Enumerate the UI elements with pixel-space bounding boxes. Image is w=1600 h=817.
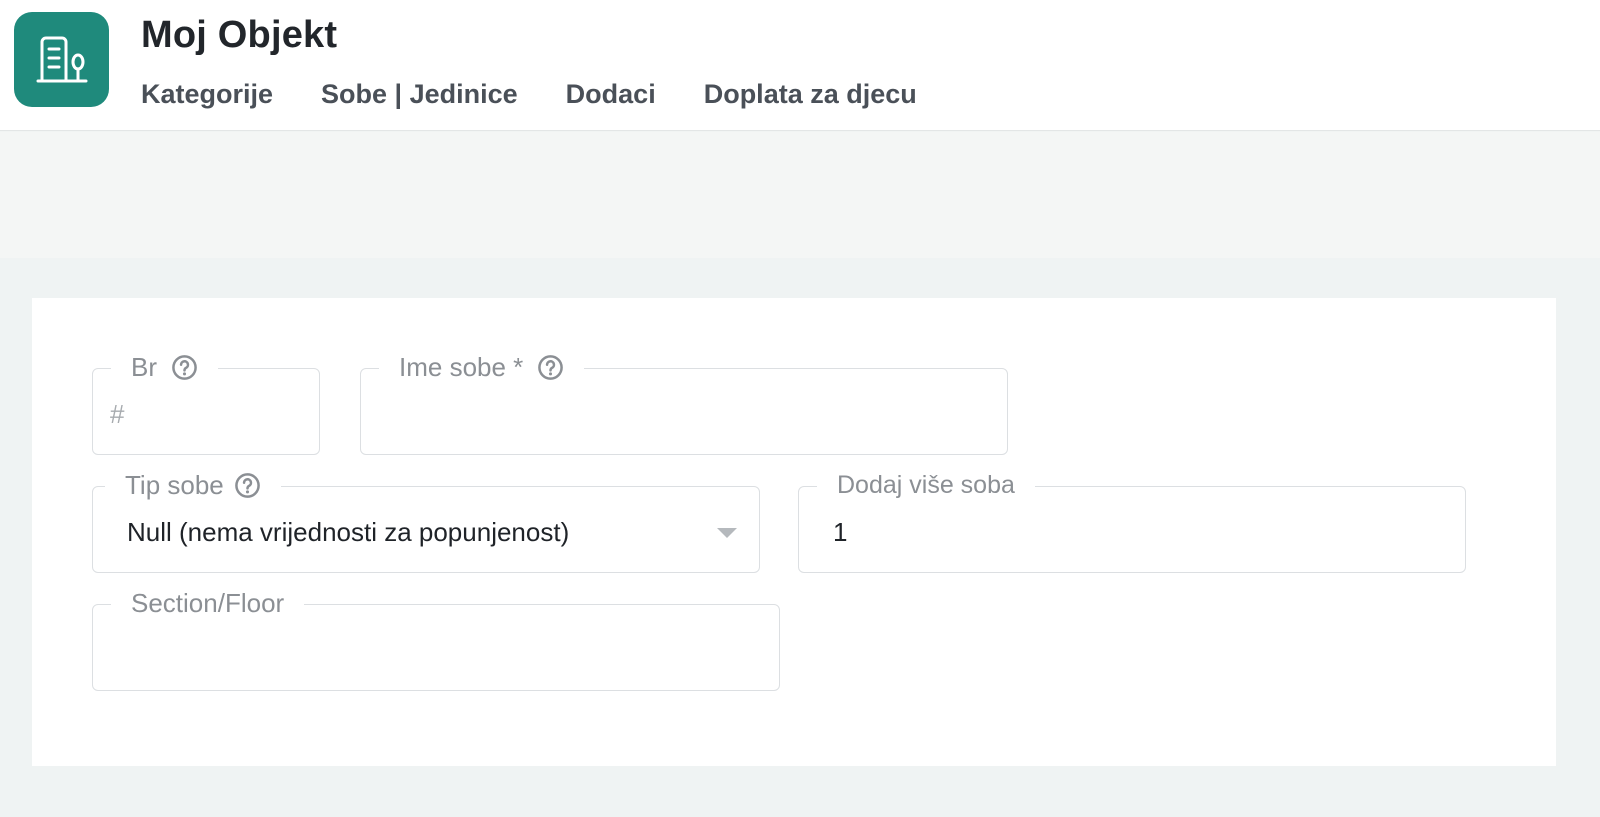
dodaj-vise-soba-label: Dodaj više soba [837,470,1015,499]
br-placeholder: # [110,399,125,429]
tip-sobe-select[interactable]: Tip sobe Null (nema vrijednosti za popun… [92,467,760,573]
section-floor-field[interactable]: Section/Floor [92,585,780,691]
help-circle-icon[interactable] [234,472,261,499]
dodaj-vise-soba-field[interactable]: Dodaj više soba 1 [798,467,1466,573]
tip-sobe-value: Null (nema vrijednosti za popunjenost) [127,517,570,547]
app-header: Moj Objekt Kategorije Sobe | Jedinice Do… [0,0,1600,131]
tip-sobe-label: Tip sobe [125,469,224,500]
br-label: Br [131,351,157,382]
main-nav: Kategorije Sobe | Jedinice Dodaci Doplat… [141,79,965,110]
ime-sobe-field[interactable]: Ime sobe * [360,349,1008,455]
building-icon [36,36,87,82]
nav-item-doplata-za-djecu[interactable]: Doplata za djecu [704,79,917,110]
nav-item-sobe-jedinice[interactable]: Sobe | Jedinice [321,79,518,110]
nav-item-dodaci[interactable]: Dodaci [566,79,656,110]
nav-item-kategorije[interactable]: Kategorije [141,79,273,110]
ime-sobe-label: Ime sobe * [399,351,524,382]
content-top-band [0,132,1600,258]
help-circle-icon[interactable] [537,354,564,381]
dodaj-vise-soba-value: 1 [833,517,848,547]
br-field[interactable]: Br # [92,349,320,455]
page-title: Moj Objekt [141,14,338,56]
app-logo[interactable] [14,12,109,107]
help-circle-icon[interactable] [171,354,198,381]
chevron-down-icon[interactable] [717,528,737,538]
section-floor-label: Section/Floor [131,587,285,618]
room-form-card: Br # Ime sobe * Tip sobe Null (nema vrij… [32,298,1556,766]
